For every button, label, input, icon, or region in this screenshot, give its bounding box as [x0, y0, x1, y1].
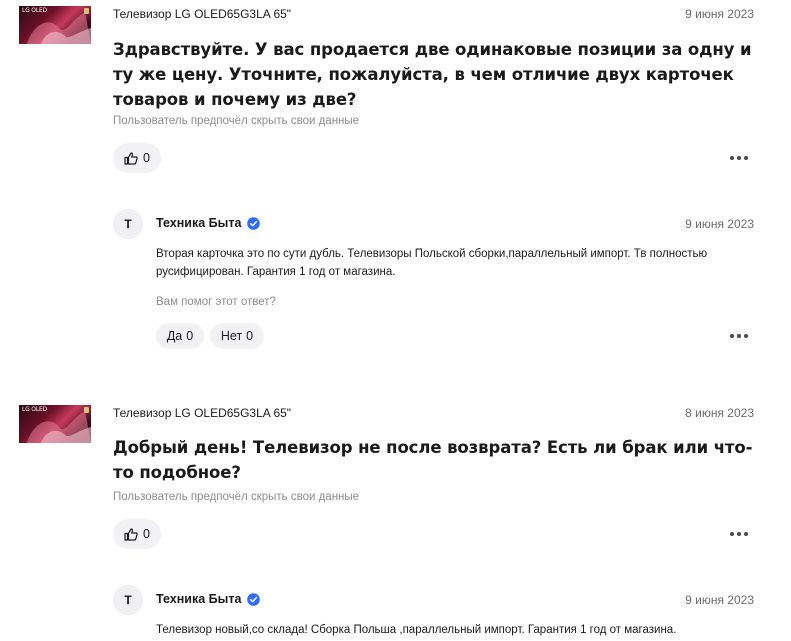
product-name[interactable]: Телевизор LG OLED65G3LA 65": [113, 406, 291, 420]
helpful-question: Вам помог этот ответ?: [156, 296, 276, 308]
more-dots-icon: [730, 334, 734, 338]
more-dot: [737, 334, 741, 338]
thumbs-up-icon: [124, 151, 138, 165]
question-date: 8 июня 2023: [685, 406, 754, 420]
badge-icon: [84, 407, 89, 413]
author-note: Пользователь предпочёл скрыть свои данны…: [113, 115, 360, 127]
qa-page: LG OLED Телевизор LG OLED65G3LA 65" 9 ию…: [0, 0, 791, 641]
thumbnail-label: LG OLED: [22, 7, 47, 14]
answer-text: Вторая карточка это по сути дубль. Телев…: [156, 248, 708, 278]
seller-avatar: Т: [113, 209, 143, 239]
thumbnail-label: LG OLED: [22, 406, 47, 413]
vote-yes-count: 0: [186, 329, 194, 343]
product-thumbnail[interactable]: LG OLED: [19, 6, 91, 44]
question-date: 9 июня 2023: [685, 7, 754, 21]
vote-yes-button[interactable]: Да 0: [156, 323, 204, 349]
more-dots-icon: [730, 532, 734, 536]
like-count: 0: [143, 527, 150, 541]
more-options-button[interactable]: [727, 151, 751, 165]
vote-no-label: Нет: [220, 329, 243, 343]
question-text: Здравствуйте. У вас продается две одинак…: [113, 40, 752, 109]
more-dot: [737, 156, 741, 160]
badge-icon: [84, 8, 89, 14]
product-name[interactable]: Телевизор LG OLED65G3LA 65": [113, 7, 291, 21]
more-dot: [744, 334, 748, 338]
vote-yes-label: Да: [166, 329, 183, 343]
more-dot: [737, 532, 741, 536]
seller-avatar: Т: [113, 585, 143, 615]
vote-no-count: 0: [246, 329, 254, 343]
verified-check-icon: [247, 216, 261, 230]
answer-more-options-button[interactable]: [727, 329, 751, 343]
thumbs-up-icon: [124, 527, 138, 541]
answer-date: 9 июня 2023: [685, 593, 754, 607]
verified-check-icon: [247, 592, 261, 606]
seller-name[interactable]: Техника Быта: [156, 592, 241, 606]
question-text: Добрый день! Телевизор не после возврата…: [113, 438, 753, 482]
answer-date: 9 июня 2023: [685, 217, 754, 231]
more-dot: [744, 156, 748, 160]
answer-text: Телевизор новый,со склада! Сборка Польша…: [156, 624, 677, 636]
vote-no-button[interactable]: Нет 0: [210, 323, 264, 349]
seller-name-row: Техника Быта: [156, 592, 261, 606]
product-thumbnail[interactable]: LG OLED: [19, 405, 91, 443]
seller-name[interactable]: Техника Быта: [156, 216, 241, 230]
author-note: Пользователь предпочёл скрыть свои данны…: [113, 491, 360, 503]
like-button[interactable]: 0: [113, 519, 161, 549]
seller-name-row: Техника Быта: [156, 216, 261, 230]
like-count: 0: [143, 151, 150, 165]
more-dot: [744, 532, 748, 536]
like-button[interactable]: 0: [113, 143, 161, 173]
more-dots-icon: [730, 156, 734, 160]
more-options-button[interactable]: [727, 527, 751, 541]
